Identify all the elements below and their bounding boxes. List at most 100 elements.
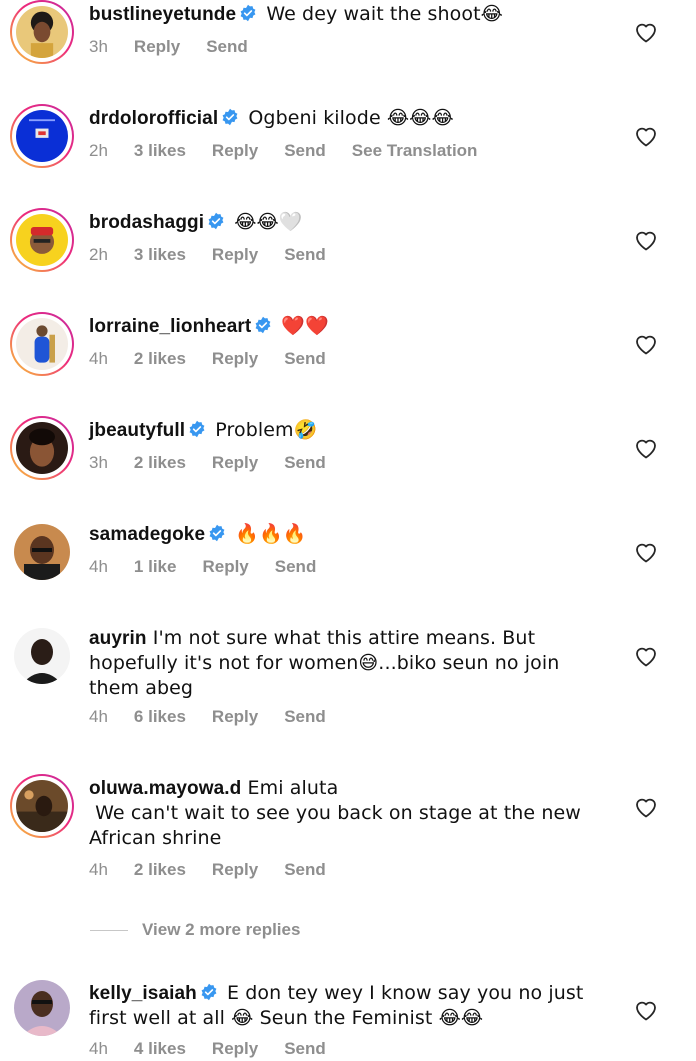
heart-outline-icon[interactable] [634, 21, 658, 43]
timestamp: 4h [89, 557, 108, 576]
send-button[interactable]: Send [284, 453, 326, 473]
avatar[interactable] [10, 520, 74, 584]
reply-button[interactable]: Reply [212, 245, 258, 265]
comment-text: bustlineyetunde We dey wait the shoot😂 [89, 2, 589, 27]
avatar[interactable] [10, 416, 74, 480]
timestamp: 2h [89, 141, 108, 160]
send-button[interactable]: Send [284, 245, 326, 265]
comment-meta: 4h 4 likes Reply Send [89, 1039, 352, 1059]
comment-meta: 4h 1 like Reply Send [89, 557, 342, 577]
comment-text: lorraine_lionheart ❤️❤️ [89, 314, 589, 339]
verified-badge-icon [207, 212, 225, 230]
likes-count[interactable]: 2 likes [134, 860, 186, 880]
likes-count[interactable]: 4 likes [134, 1039, 186, 1059]
send-button[interactable]: Send [275, 557, 317, 577]
send-button[interactable]: Send [284, 860, 326, 880]
comment-meta: 4h 6 likes Reply Send [89, 707, 352, 727]
comment-meta: 3h Reply Send [89, 37, 274, 57]
divider [90, 930, 128, 932]
avatar-image [16, 6, 68, 58]
username[interactable]: oluwa.mayowa.d [89, 778, 241, 799]
reply-button[interactable]: Reply [212, 1039, 258, 1059]
comment-meta: 3h 2 likes Reply Send [89, 453, 352, 473]
comment-text: oluwa.mayowa.d Emi aluta We can't wait t… [89, 776, 589, 851]
heart-outline-icon[interactable] [634, 229, 658, 251]
comment-text: samadegoke 🔥🔥🔥 [89, 522, 589, 547]
avatar-image [14, 628, 70, 684]
avatar[interactable] [10, 624, 74, 688]
likes-count[interactable]: 2 likes [134, 349, 186, 369]
likes-count[interactable]: 1 like [134, 557, 177, 577]
comment-message: ❤️❤️ [275, 315, 329, 337]
avatar[interactable] [10, 208, 74, 272]
timestamp: 3h [89, 453, 108, 472]
username[interactable]: jbeautyfull [89, 420, 185, 441]
comment-text: jbeautyfull Problem🤣 [89, 418, 589, 443]
avatar-image [16, 422, 68, 474]
verified-badge-icon [221, 108, 239, 126]
send-button[interactable]: Send [284, 707, 326, 727]
heart-outline-icon[interactable] [634, 999, 658, 1021]
comment-text: brodashaggi 😂😂🤍 [89, 210, 589, 235]
send-button[interactable]: Send [284, 1039, 326, 1059]
avatar-image [14, 524, 70, 580]
comment-meta: 2h 3 likes Reply Send See Translation [89, 141, 503, 161]
comment-text: drdolorofficial Ogbeni kilode 😂😂😂 [89, 106, 589, 131]
comment-text: auyrin I'm not sure what this attire mea… [89, 626, 589, 701]
heart-outline-icon[interactable] [634, 125, 658, 147]
verified-badge-icon [208, 524, 226, 542]
username[interactable]: kelly_isaiah [89, 983, 197, 1004]
username[interactable]: lorraine_lionheart [89, 316, 251, 337]
avatar[interactable] [10, 774, 74, 838]
likes-count[interactable]: 2 likes [134, 453, 186, 473]
avatar-image [16, 318, 68, 370]
username[interactable]: bustlineyetunde [89, 4, 236, 25]
view-more-replies-label: View 2 more replies [142, 920, 301, 939]
avatar[interactable] [10, 976, 74, 1040]
send-button[interactable]: Send [284, 349, 326, 369]
timestamp: 4h [89, 707, 108, 726]
reply-button[interactable]: Reply [212, 453, 258, 473]
reply-button[interactable]: Reply [212, 349, 258, 369]
likes-count[interactable]: 3 likes [134, 141, 186, 161]
username[interactable]: drdolorofficial [89, 108, 218, 129]
comment-message: 😂😂🤍 [228, 211, 303, 233]
heart-outline-icon[interactable] [634, 333, 658, 355]
avatar[interactable] [10, 312, 74, 376]
avatar[interactable] [10, 104, 74, 168]
reply-button[interactable]: Reply [212, 141, 258, 161]
comment-meta: 2h 3 likes Reply Send [89, 245, 352, 265]
send-button[interactable]: Send [284, 141, 326, 161]
comment-message: We dey wait the shoot😂 [260, 3, 503, 25]
avatar-image [16, 110, 68, 162]
heart-outline-icon[interactable] [634, 796, 658, 818]
heart-outline-icon[interactable] [634, 541, 658, 563]
username[interactable]: brodashaggi [89, 212, 204, 233]
reply-button[interactable]: Reply [202, 557, 248, 577]
reply-button[interactable]: Reply [212, 707, 258, 727]
reply-button[interactable]: Reply [212, 860, 258, 880]
comment-message: Ogbeni kilode 😂😂😂 [242, 107, 454, 129]
view-more-replies-button[interactable]: View 2 more replies [90, 920, 300, 940]
avatar[interactable] [10, 0, 74, 64]
username[interactable]: samadegoke [89, 524, 205, 545]
comment-message: Problem🤣 [209, 419, 318, 441]
timestamp: 4h [89, 860, 108, 879]
username[interactable]: auyrin [89, 628, 147, 649]
likes-count[interactable]: 3 likes [134, 245, 186, 265]
heart-outline-icon[interactable] [634, 437, 658, 459]
send-button[interactable]: Send [206, 37, 248, 57]
see-translation-button[interactable]: See Translation [352, 141, 478, 161]
verified-badge-icon [200, 983, 218, 1001]
timestamp: 3h [89, 37, 108, 56]
avatar-image [14, 980, 70, 1036]
comment-meta: 4h 2 likes Reply Send [89, 860, 352, 880]
reply-button[interactable]: Reply [134, 37, 180, 57]
avatar-image [16, 214, 68, 266]
likes-count[interactable]: 6 likes [134, 707, 186, 727]
comment-message: 🔥🔥🔥 [229, 523, 307, 545]
comment-meta: 4h 2 likes Reply Send [89, 349, 352, 369]
heart-outline-icon[interactable] [634, 645, 658, 667]
timestamp: 4h [89, 349, 108, 368]
timestamp: 2h [89, 245, 108, 264]
